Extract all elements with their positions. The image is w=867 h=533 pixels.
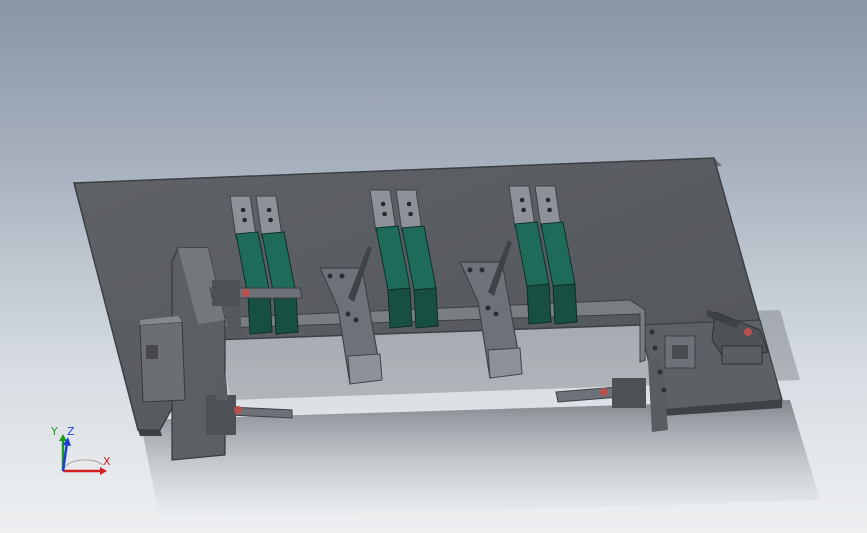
green-block-face: [387, 287, 413, 329]
bolt-hole: [547, 207, 552, 213]
slider-bolt: [479, 267, 485, 273]
bolt-hole: [545, 197, 551, 203]
y-axis-label: Y: [51, 425, 58, 438]
bolt-hole: [519, 197, 525, 203]
slider-bolt: [327, 273, 333, 279]
bolt-hole: [382, 211, 387, 217]
bolt-hole: [406, 201, 412, 207]
bolt-hole: [266, 207, 272, 213]
bolt-hole: [408, 211, 413, 217]
x-axis-arrow: [100, 467, 107, 475]
triad-plane-arc: [62, 459, 104, 472]
bolt-hole: [240, 207, 246, 213]
x-axis-label: X: [103, 455, 111, 468]
bolt-hole: [521, 207, 526, 213]
slider-foot: [487, 347, 523, 379]
slider-bolt: [345, 311, 351, 317]
green-block-face: [247, 293, 273, 335]
slider-bolt: [485, 305, 491, 311]
slider-bolt: [467, 267, 473, 273]
slider-bolt: [493, 311, 499, 317]
y-axis-arrow: [59, 434, 67, 441]
bolt-hole: [380, 201, 386, 207]
green-block-face: [413, 287, 439, 329]
slider-foot: [347, 353, 383, 385]
fixture-assembly-model[interactable]: [0, 0, 867, 533]
z-axis-label: Z: [67, 425, 75, 438]
slider-bolt: [339, 273, 345, 279]
green-block-face: [273, 293, 299, 335]
green-block-face: [552, 283, 578, 325]
green-block-face: [526, 283, 552, 325]
bolt-hole: [242, 217, 247, 223]
cad-viewport[interactable]: Y Z X: [0, 0, 867, 533]
bolt-hole: [268, 217, 273, 223]
slider-bolt: [353, 317, 359, 323]
